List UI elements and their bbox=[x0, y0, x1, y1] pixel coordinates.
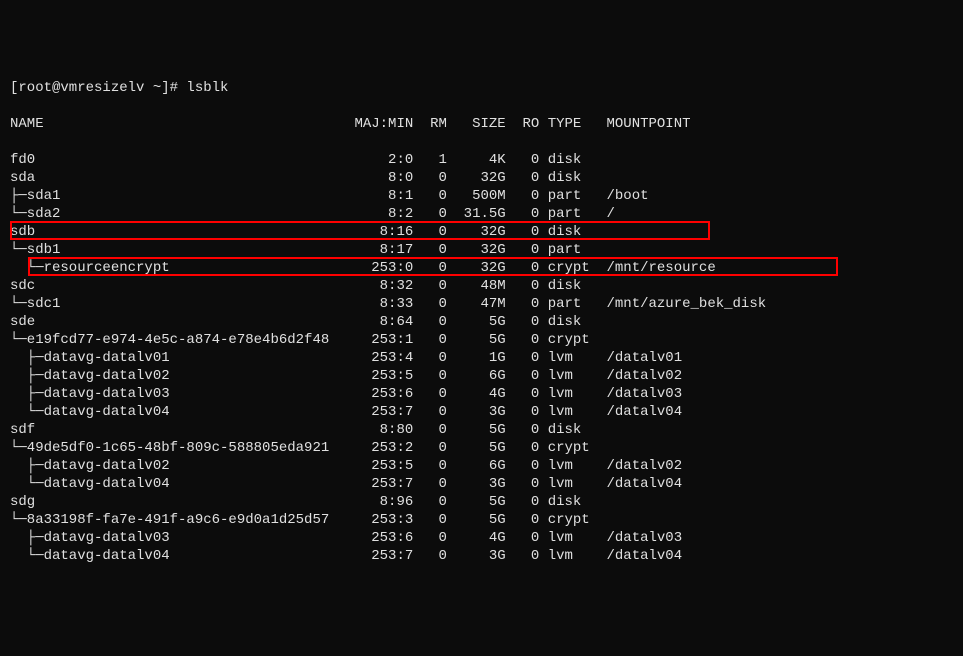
table-row: └─49de5df0-1c65-48bf-809c-588805eda921 2… bbox=[10, 439, 953, 457]
table-row: ├─datavg-datalv02 253:5 0 6G 0 lvm /data… bbox=[10, 457, 953, 475]
table-row: ├─datavg-datalv01 253:4 0 1G 0 lvm /data… bbox=[10, 349, 953, 367]
table-row: fd0 2:0 1 4K 0 disk bbox=[10, 151, 953, 169]
table-row: └─sda2 8:2 0 31.5G 0 part / bbox=[10, 205, 953, 223]
lsblk-output: fd0 2:0 1 4K 0 disk sda 8:0 0 32G 0 disk… bbox=[10, 151, 953, 565]
table-row: └─sdb1 8:17 0 32G 0 part bbox=[10, 241, 953, 259]
table-row: sdc 8:32 0 48M 0 disk bbox=[10, 277, 953, 295]
table-row: └─resourceencrypt 253:0 0 32G 0 crypt /m… bbox=[10, 259, 953, 277]
table-row: sdf 8:80 0 5G 0 disk bbox=[10, 421, 953, 439]
table-row: └─sdc1 8:33 0 47M 0 part /mnt/azure_bek_… bbox=[10, 295, 953, 313]
table-row: sde 8:64 0 5G 0 disk bbox=[10, 313, 953, 331]
table-row: └─datavg-datalv04 253:7 0 3G 0 lvm /data… bbox=[10, 547, 953, 565]
table-row: └─datavg-datalv04 253:7 0 3G 0 lvm /data… bbox=[10, 403, 953, 421]
table-row: └─8a33198f-fa7e-491f-a9c6-e9d0a1d25d57 2… bbox=[10, 511, 953, 529]
table-row: ├─datavg-datalv03 253:6 0 4G 0 lvm /data… bbox=[10, 385, 953, 403]
table-row: ├─sda1 8:1 0 500M 0 part /boot bbox=[10, 187, 953, 205]
table-row: └─datavg-datalv04 253:7 0 3G 0 lvm /data… bbox=[10, 475, 953, 493]
table-row: └─e19fcd77-e974-4e5c-a874-e78e4b6d2f48 2… bbox=[10, 331, 953, 349]
table-row: sdg 8:96 0 5G 0 disk bbox=[10, 493, 953, 511]
table-row: sdb 8:16 0 32G 0 disk bbox=[10, 223, 953, 241]
table-row: sda 8:0 0 32G 0 disk bbox=[10, 169, 953, 187]
shell-prompt: [root@vmresizelv ~]# lsblk bbox=[10, 80, 228, 96]
table-row: ├─datavg-datalv03 253:6 0 4G 0 lvm /data… bbox=[10, 529, 953, 547]
header-row: NAME MAJ:MIN RM SIZE RO TYPE MOUNTPOINT bbox=[10, 115, 953, 133]
prompt-line: [root@vmresizelv ~]# lsblk bbox=[10, 79, 953, 97]
table-row: ├─datavg-datalv02 253:5 0 6G 0 lvm /data… bbox=[10, 367, 953, 385]
